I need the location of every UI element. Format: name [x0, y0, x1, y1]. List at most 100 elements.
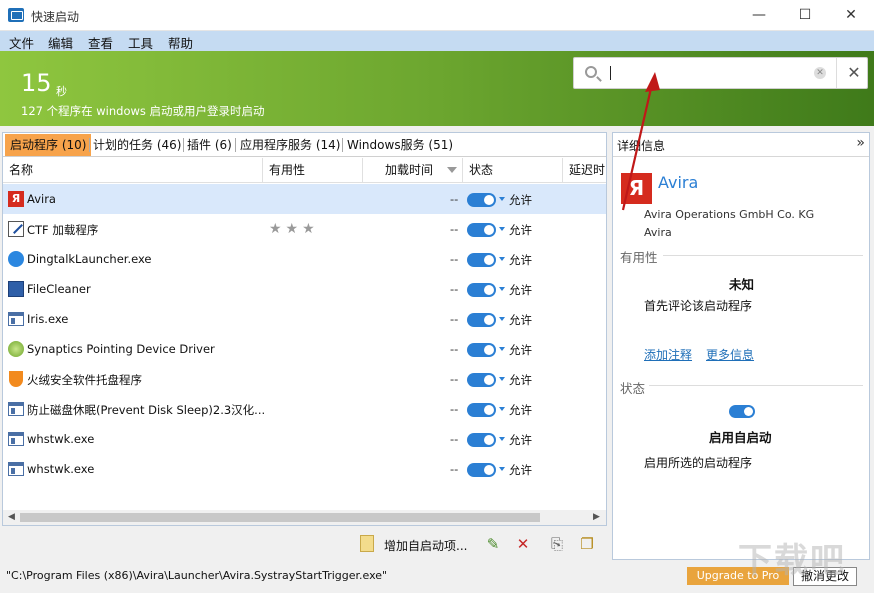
status-dropdown-icon[interactable]	[499, 227, 505, 231]
row-status-toggle[interactable]	[467, 343, 496, 357]
row-status-toggle[interactable]	[467, 313, 496, 327]
status-dropdown-icon[interactable]	[499, 257, 505, 261]
table-row[interactable]: Я Avira -- 允许	[3, 184, 606, 214]
row-load-time: --	[450, 462, 459, 476]
table-row[interactable]: Iris.exe -- 允许	[3, 304, 606, 334]
window-title: 快速启动	[31, 10, 80, 24]
properties-icon[interactable]: ⎘	[548, 535, 566, 553]
row-status-toggle[interactable]	[467, 283, 496, 297]
edit-item-icon[interactable]: ✎	[484, 535, 502, 553]
row-name: whstwk.exe	[27, 462, 95, 476]
tab-startup-programs[interactable]: 启动程序 (10)	[5, 134, 92, 156]
menu-edit[interactable]: 编辑	[48, 33, 73, 52]
table-row[interactable]: FileCleaner -- 允许	[3, 274, 606, 304]
details-pane: 详细信息 » Я Avira Avira Operations GmbH Co.…	[612, 132, 870, 560]
row-status-toggle[interactable]	[467, 253, 496, 267]
tab-scheduled-tasks[interactable]: 计划的任务 (46)	[88, 134, 186, 156]
scroll-thumb[interactable]	[20, 513, 540, 522]
row-status-label: 允许	[509, 313, 532, 327]
close-search-button[interactable]: ✕	[844, 61, 864, 85]
status-dropdown-icon[interactable]	[499, 197, 505, 201]
scroll-left-icon[interactable]: ◀	[8, 512, 15, 522]
add-startup-item-label: 增加自启动项...	[384, 539, 468, 553]
status-dropdown-icon[interactable]	[499, 467, 505, 471]
row-status-toggle[interactable]	[467, 463, 496, 477]
usefulness-section-label: 有用性	[620, 250, 658, 265]
details-program-name: Avira	[658, 173, 699, 192]
category-tabs: 启动程序 (10) 计划的任务 (46) 插件 (6) 应用程序服务 (14) …	[3, 133, 606, 157]
status-dropdown-icon[interactable]	[499, 407, 505, 411]
autostart-toggle[interactable]	[729, 405, 755, 418]
menu-tools[interactable]: 工具	[128, 33, 153, 52]
row-status-label: 允许	[509, 283, 532, 297]
column-status[interactable]: 状态	[463, 158, 563, 182]
row-name: DingtalkLauncher.exe	[27, 252, 152, 266]
close-button[interactable]: ✕	[828, 0, 874, 31]
row-name: 防止磁盘休眠(Prevent Disk Sleep)2.3汉化...	[27, 403, 266, 417]
usefulness-stars-icon[interactable]: ★★★	[269, 221, 319, 237]
row-status-label: 允许	[509, 433, 532, 447]
row-status-toggle[interactable]	[467, 433, 496, 447]
row-status-toggle[interactable]	[467, 193, 496, 207]
menu-help[interactable]: 帮助	[168, 33, 193, 52]
row-load-time: --	[450, 402, 459, 416]
table-row[interactable]: DingtalkLauncher.exe -- 允许	[3, 244, 606, 274]
delete-item-icon[interactable]: ✕	[514, 535, 532, 553]
details-title: 详细信息	[617, 139, 666, 153]
tab-windows-services[interactable]: Windows服务 (51)	[342, 134, 458, 156]
horizontal-scrollbar[interactable]: ◀ ▶	[3, 510, 606, 525]
table-row[interactable]: Synaptics Pointing Device Driver -- 允许	[3, 334, 606, 364]
row-load-time: --	[450, 372, 459, 386]
tab-app-services[interactable]: 应用程序服务 (14)	[235, 134, 345, 156]
status-dropdown-icon[interactable]	[499, 287, 505, 291]
row-status-toggle[interactable]	[467, 223, 496, 237]
row-name: 火绒安全软件托盘程序	[27, 373, 142, 387]
clear-search-icon[interactable]: ✕	[814, 67, 826, 79]
maximize-button[interactable]: ☐	[782, 0, 828, 31]
row-status-toggle[interactable]	[467, 373, 496, 387]
selected-item-path: "C:\Program Files (x86)\Avira\Launcher\A…	[6, 569, 388, 582]
search-box[interactable]: ✕ ✕	[573, 57, 868, 89]
row-status-label: 允许	[509, 193, 532, 207]
avira-icon: Я	[8, 191, 24, 207]
table-row[interactable]: 防止磁盘休眠(Prevent Disk Sleep)2.3汉化... -- 允许	[3, 394, 606, 424]
row-name: whstwk.exe	[27, 432, 95, 446]
row-load-time: --	[450, 342, 459, 356]
add-comment-link[interactable]: 添加注释	[644, 346, 692, 363]
window-icon	[8, 431, 24, 447]
table-row[interactable]: CTF 加载程序 ★★★ -- 允许	[3, 214, 606, 244]
section-divider	[663, 255, 863, 256]
search-input[interactable]	[610, 66, 611, 80]
search-icon	[585, 66, 597, 78]
table-row[interactable]: whstwk.exe -- 允许	[3, 424, 606, 454]
add-startup-item-button[interactable]: 增加自启动项...	[360, 535, 480, 553]
status-dropdown-icon[interactable]	[499, 437, 505, 441]
menu-file[interactable]: 文件	[9, 33, 34, 52]
column-delay[interactable]: 延迟时	[563, 158, 606, 182]
menu-view[interactable]: 查看	[88, 33, 113, 52]
scroll-right-icon[interactable]: ▶	[593, 512, 600, 522]
title-bar: 快速启动 — ☐ ✕	[0, 0, 874, 31]
startup-summary-text: 127 个程序在 windows 启动或用户登录时启动	[21, 104, 265, 118]
details-company: Avira Operations GmbH Co. KG	[644, 208, 815, 221]
status-dropdown-icon[interactable]	[499, 377, 505, 381]
minimize-button[interactable]: —	[736, 0, 782, 31]
details-product: Avira	[644, 226, 672, 239]
row-status-toggle[interactable]	[467, 403, 496, 417]
row-status-label: 允许	[509, 373, 532, 387]
avira-logo-icon: Я	[621, 173, 652, 204]
more-info-link[interactable]: 更多信息	[706, 346, 754, 363]
open-folder-icon[interactable]: ❐	[578, 535, 596, 553]
collapse-icon[interactable]: »	[856, 135, 865, 151]
menu-bar: 文件 编辑 查看 工具 帮助	[0, 31, 874, 51]
column-name[interactable]: 名称	[3, 158, 263, 182]
table-row[interactable]: whstwk.exe -- 允许	[3, 454, 606, 484]
status-dropdown-icon[interactable]	[499, 347, 505, 351]
status-dropdown-icon[interactable]	[499, 317, 505, 321]
status-section-label: 状态	[620, 381, 646, 396]
column-usefulness[interactable]: 有用性	[263, 158, 363, 182]
sort-desc-icon	[447, 167, 457, 173]
tab-plugins[interactable]: 插件 (6)	[182, 134, 237, 156]
row-load-time: --	[450, 222, 459, 236]
table-row[interactable]: 火绒安全软件托盘程序 -- 允许	[3, 364, 606, 394]
